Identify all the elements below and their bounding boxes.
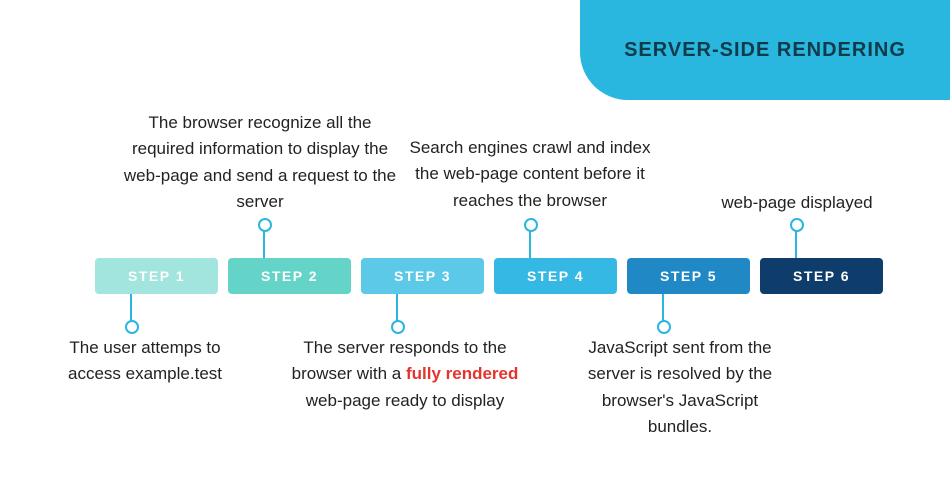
steps-row: STEP 1 STEP 2 STEP 3 STEP 4 STEP 5 STEP … [95,258,883,294]
step-2-box: STEP 2 [228,258,351,294]
step-3-desc: The server responds to the browser with … [275,335,535,414]
connector-step-1 [130,294,132,324]
step-6-label: STEP 6 [793,268,850,284]
step-2-label: STEP 2 [261,268,318,284]
step-2-desc: The browser recognize all the required i… [120,110,400,215]
step-3-label: STEP 3 [394,268,451,284]
step-3-desc-emphasis: fully rendered [406,364,518,383]
header-tab: SERVER-SIDE RENDERING [580,0,950,100]
step-4-box: STEP 4 [494,258,617,294]
connector-step-5 [662,294,664,324]
step-5-box: STEP 5 [627,258,750,294]
step-4-desc: Search engines crawl and index the web-p… [400,135,660,214]
step-1-desc: The user attemps to access example.test [45,335,245,388]
step-3-desc-part3: web-page ready to display [306,391,504,410]
connector-step-2 [263,228,265,258]
step-6-box: STEP 6 [760,258,883,294]
step-3-box: STEP 3 [361,258,484,294]
step-1-label: STEP 1 [128,268,185,284]
connector-step-3 [396,294,398,324]
connector-step-6 [795,228,797,258]
step-1-box: STEP 1 [95,258,218,294]
header-title: SERVER-SIDE RENDERING [624,39,906,62]
step-4-label: STEP 4 [527,268,584,284]
connector-step-4 [529,228,531,258]
step-6-desc: web-page displayed [702,190,892,216]
step-5-desc: JavaScript sent from the server is resol… [570,335,790,440]
step-5-label: STEP 5 [660,268,717,284]
